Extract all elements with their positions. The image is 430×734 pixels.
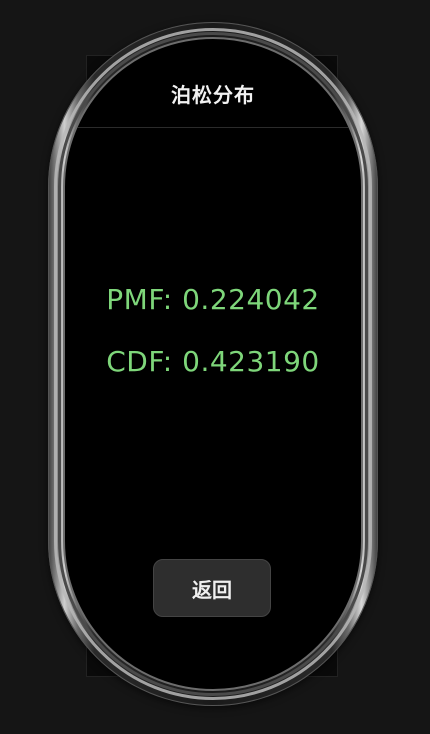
back-button[interactable]: 返回 [153, 559, 271, 617]
cdf-result: CDF: 0.423190 [65, 345, 361, 378]
pmf-value: 0.224042 [182, 283, 320, 316]
pmf-result: PMF: 0.224042 [65, 283, 361, 316]
device-stage: 泊松分布 PMF: 0.224042 CDF: 0.423190 返回 [0, 0, 430, 734]
device-screen: 泊松分布 PMF: 0.224042 CDF: 0.423190 返回 [63, 37, 363, 691]
cdf-value: 0.423190 [182, 345, 320, 378]
page-title: 泊松分布 [171, 83, 255, 107]
cdf-label: CDF: [106, 345, 173, 378]
pmf-label: PMF: [106, 283, 173, 316]
title-bar: 泊松分布 [65, 39, 361, 128]
